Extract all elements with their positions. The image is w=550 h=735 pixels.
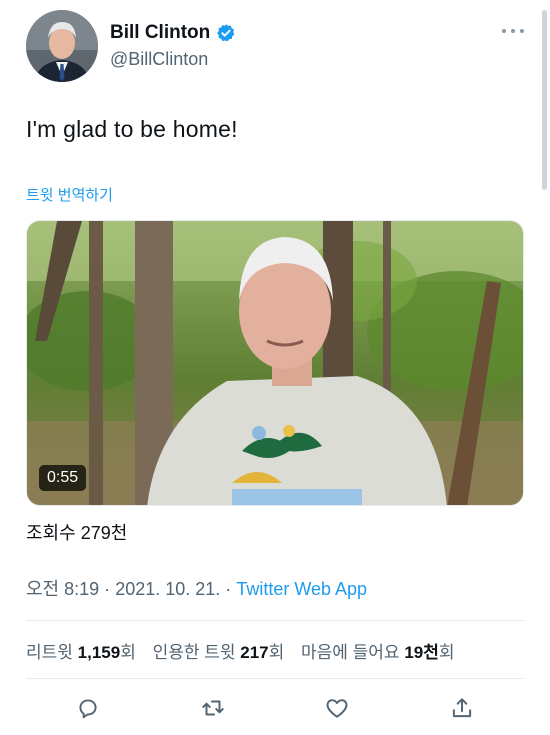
tweet-actions (26, 688, 524, 728)
retweet-button[interactable] (193, 688, 233, 728)
like-button[interactable] (317, 688, 357, 728)
divider (26, 678, 524, 679)
video-player[interactable]: 0:55 (26, 220, 524, 506)
scrollbar[interactable] (542, 10, 547, 190)
share-icon (452, 698, 471, 718)
tweet-meta: 오전 8:19 · 2021. 10. 21. · Twitter Web Ap… (26, 575, 367, 601)
video-duration-badge: 0:55 (39, 465, 87, 491)
tweet-text: I'm glad to be home! (26, 116, 238, 142)
quote-stat-label: 인용한 트윗 (152, 643, 236, 662)
retweet-stat-label: 리트윗 (26, 643, 73, 662)
display-name[interactable]: Bill Clinton (110, 22, 210, 44)
meta-separator: · (225, 579, 232, 599)
translate-tweet-link[interactable]: 트윗 번역하기 (26, 184, 113, 205)
verified-badge-icon (216, 23, 236, 43)
view-count-label: 조회수 (26, 523, 76, 543)
avatar[interactable] (26, 10, 98, 82)
quote-stat[interactable]: 인용한 트윗 217회 (153, 643, 289, 662)
quote-stat-suffix: 회 (268, 643, 285, 662)
quote-stat-count: 217 (240, 643, 269, 662)
like-stat-count: 19천 (404, 643, 439, 662)
tweet-header: Bill Clinton @BillClinton (26, 10, 526, 82)
share-button[interactable] (442, 688, 482, 728)
reply-icon (79, 699, 97, 719)
view-count-value: 279천 (80, 523, 128, 543)
user-handle[interactable]: @BillClinton (110, 49, 208, 70)
retweet-stat-suffix: 회 (120, 643, 136, 662)
tweet-source-link[interactable]: Twitter Web App (236, 579, 367, 599)
heart-icon (326, 699, 348, 718)
retweet-stat-count: 1,159 (77, 643, 121, 662)
retweet-stat[interactable]: 리트윗 1,159회 (26, 643, 141, 662)
retweet-icon (202, 700, 224, 716)
reply-button[interactable] (68, 688, 108, 728)
meta-separator: · (104, 579, 111, 599)
name-row: Bill Clinton (110, 22, 236, 44)
engagement-stats: 리트윗 1,159회 인용한 트윗 217회 마음에 들어요 19천회 (26, 638, 467, 663)
like-stat-label: 마음에 들어요 (301, 643, 400, 662)
more-options-icon[interactable] (500, 22, 526, 40)
video-thumbnail (27, 221, 523, 505)
divider (26, 620, 524, 621)
tweet-date[interactable]: 2021. 10. 21. (115, 579, 220, 599)
view-count: 조회수 279천 (26, 519, 127, 545)
like-stat[interactable]: 마음에 들어요 19천회 (301, 643, 455, 662)
like-stat-suffix: 회 (438, 643, 455, 662)
tweet-time[interactable]: 오전 8:19 (26, 579, 99, 599)
